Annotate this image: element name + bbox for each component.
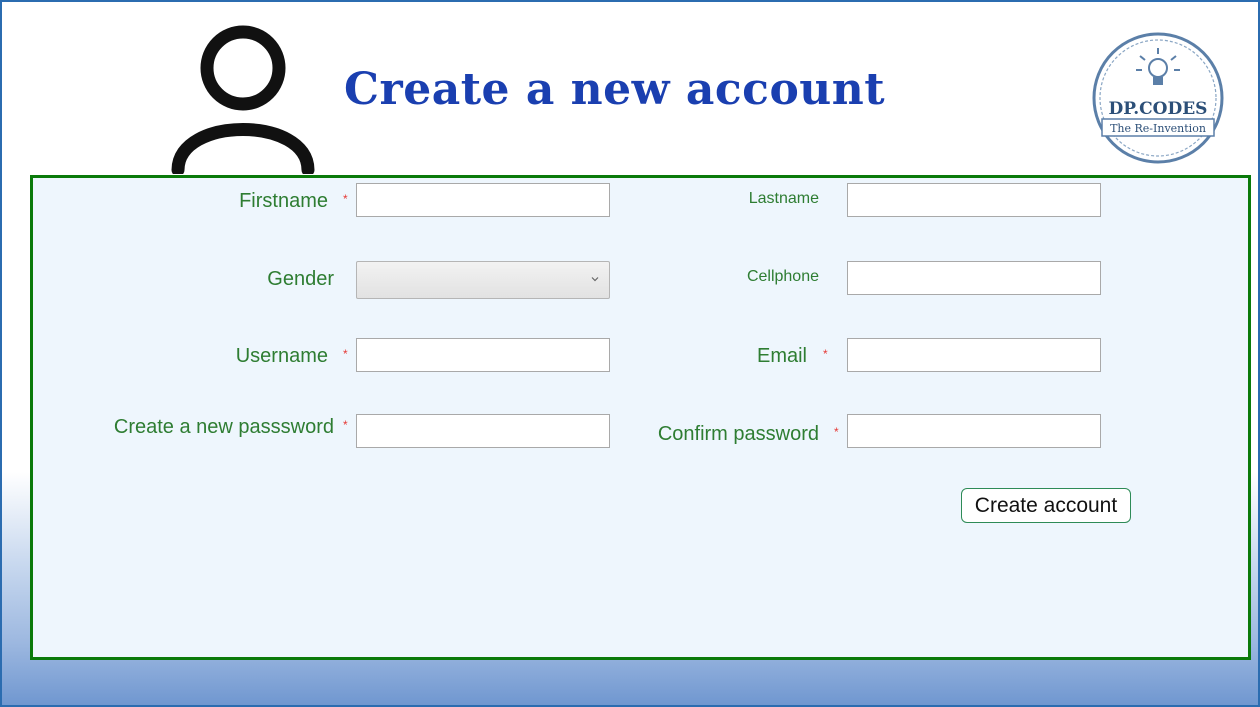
firstname-required-marker: *: [343, 192, 348, 206]
logo-tagline: The Re-Invention: [1110, 122, 1206, 135]
chevron-down-icon: [591, 277, 599, 282]
dp-codes-logo: DP.CODES The Re-Invention: [1092, 32, 1224, 164]
email-input[interactable]: [847, 338, 1101, 372]
gender-select[interactable]: [356, 261, 610, 299]
confirm-password-label: Confirm password: [657, 423, 819, 445]
username-label: Username: [235, 345, 328, 367]
cellphone-input[interactable]: [847, 261, 1101, 295]
app-window: Create a new account DP.CODES The Re-Inv…: [0, 0, 1260, 707]
confirm-password-input[interactable]: [847, 414, 1101, 448]
confirm-password-required-marker: *: [834, 425, 839, 439]
create-account-button[interactable]: Create account: [961, 488, 1131, 523]
username-input[interactable]: [356, 338, 610, 372]
logo-text: DP.CODES: [1109, 99, 1208, 119]
new-password-label: Create a new passsword: [113, 416, 334, 438]
email-required-marker: *: [823, 347, 828, 361]
email-label: Email: [756, 345, 807, 367]
page-title: Create a new account: [344, 64, 886, 115]
gender-label: Gender: [267, 268, 334, 290]
lastname-input[interactable]: [847, 183, 1101, 217]
cellphone-label: Cellphone: [746, 268, 819, 285]
firstname-label: Firstname: [239, 190, 328, 212]
new-password-required-marker: *: [343, 418, 348, 432]
username-required-marker: *: [343, 347, 348, 361]
new-password-input[interactable]: [356, 414, 610, 448]
user-outline-icon: [171, 25, 315, 174]
firstname-input[interactable]: [356, 183, 610, 217]
lastname-label: Lastname: [748, 190, 819, 207]
